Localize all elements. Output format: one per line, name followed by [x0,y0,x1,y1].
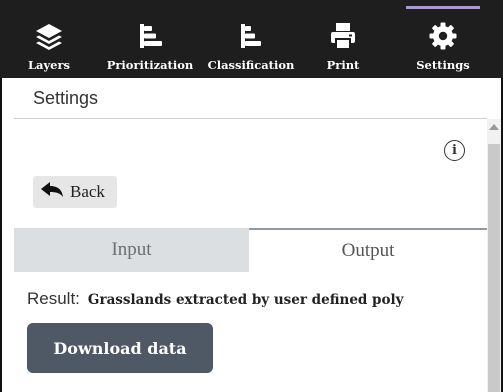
toolbar-classification[interactable]: Classification [205,0,297,78]
result-value: Grasslands extracted by user defined pol… [87,292,404,308]
toolbar-layers-label: Layers [27,58,71,72]
toolbar-print[interactable]: Print [312,0,374,78]
toolbar-settings-label: Settings [416,58,470,72]
toolbar-prioritization[interactable]: Prioritization [104,0,196,78]
prioritization-icon [134,20,166,52]
printer-icon [327,20,359,52]
layers-icon [33,20,65,52]
toolbar-print-label: Print [326,58,360,72]
tab-input[interactable]: Input [14,228,249,272]
panel-title: Settings [33,88,99,108]
toolbar-classification-label: Classification [207,58,295,72]
info-icon[interactable]: i [444,140,465,161]
top-toolbar: Layers Prioritization Classification Pri… [0,0,503,78]
tab-output[interactable]: Output [249,228,487,272]
back-button[interactable]: Back [33,176,117,208]
back-arrow-icon [40,181,64,203]
scroll-up-arrow-icon[interactable] [489,124,499,130]
header-divider [14,118,487,119]
toolbar-settings[interactable]: Settings [406,0,480,78]
toolbar-layers[interactable]: Layers [14,0,84,78]
result-row: Result: Grasslands extracted by user def… [27,289,403,309]
result-label: Result: [27,289,80,308]
scrollbar-thumb[interactable] [488,144,500,392]
download-data-button[interactable]: Download data [27,323,213,373]
toolbar-prioritization-label: Prioritization [106,58,194,72]
gear-icon [427,20,459,52]
classification-icon [235,20,267,52]
back-label: Back [70,182,105,201]
